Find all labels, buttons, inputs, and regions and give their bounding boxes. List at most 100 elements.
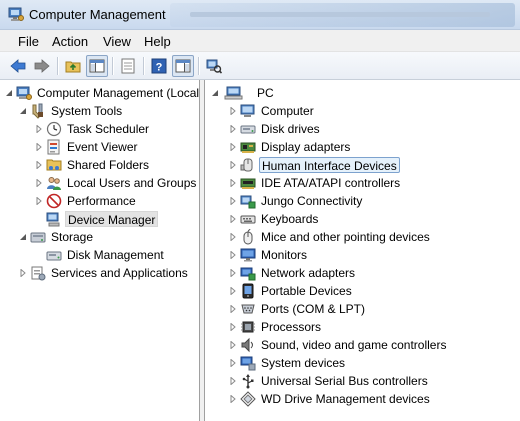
collapse-arrow-icon[interactable] xyxy=(18,228,28,246)
forward-button[interactable] xyxy=(31,55,53,77)
device-category-row[interactable]: Disk drives xyxy=(228,120,322,138)
disk-drive-icon xyxy=(240,121,256,137)
tree-item-device-manager[interactable]: Device Manager xyxy=(34,210,159,228)
expand-arrow-icon[interactable] xyxy=(34,156,44,174)
expand-arrow-icon[interactable] xyxy=(228,354,238,372)
device-category-row[interactable]: IDE ATA/ATAPI controllers xyxy=(228,174,402,192)
device-tree-root[interactable]: PC xyxy=(210,84,276,102)
tree-label: Sound, video and game controllers xyxy=(261,338,447,352)
tree-label: Local Users and Groups xyxy=(67,176,197,190)
device-category-row[interactable]: Portable Devices xyxy=(228,282,354,300)
device-category-row[interactable]: WD Drive Management devices xyxy=(228,390,432,408)
tree-item-shared-folders[interactable]: Shared Folders xyxy=(34,156,151,174)
device-category-row[interactable]: Processors xyxy=(228,318,323,336)
tree-label: Shared Folders xyxy=(67,158,150,172)
expand-arrow-icon[interactable] xyxy=(228,318,238,336)
expand-arrow-icon[interactable] xyxy=(18,264,28,282)
expand-arrow-icon[interactable] xyxy=(228,120,238,138)
tree-label: Device Manager xyxy=(65,211,159,227)
expand-arrow-icon[interactable] xyxy=(228,192,238,210)
scan-hardware-changes-button[interactable] xyxy=(203,55,225,77)
expand-arrow-icon[interactable] xyxy=(228,174,238,192)
device-category-row[interactable]: Display adapters xyxy=(228,138,352,156)
expand-arrow-icon[interactable] xyxy=(228,336,238,354)
collapse-arrow-icon[interactable] xyxy=(210,84,220,102)
collapse-arrow-icon[interactable] xyxy=(18,102,28,120)
expand-arrow-icon[interactable] xyxy=(228,300,238,318)
device-category-row[interactable]: Keyboards xyxy=(228,210,320,228)
jungo-icon xyxy=(240,193,256,209)
expand-arrow-icon[interactable] xyxy=(228,138,238,156)
menu-help[interactable]: Help xyxy=(143,34,172,49)
menu-file[interactable]: File xyxy=(17,34,40,49)
device-category-row[interactable]: Computer xyxy=(228,102,316,120)
toolbar: ? xyxy=(0,52,520,80)
scan-hardware-icon xyxy=(206,59,222,74)
properties-button[interactable] xyxy=(117,55,139,77)
tree-item-local-users-and-groups[interactable]: Local Users and Groups xyxy=(34,174,198,192)
performance-icon xyxy=(46,193,62,209)
expand-arrow-icon[interactable] xyxy=(228,156,238,174)
expand-arrow-icon[interactable] xyxy=(228,246,238,264)
tree-label: Universal Serial Bus controllers xyxy=(261,374,428,388)
device-category-row[interactable]: Jungo Connectivity xyxy=(228,192,364,210)
tree-label: Disk Management xyxy=(67,248,164,262)
device-category-row[interactable]: Human Interface Devices xyxy=(228,156,400,174)
help-icon: ? xyxy=(151,58,167,74)
storage-icon xyxy=(30,229,46,245)
expand-arrow-icon[interactable] xyxy=(228,264,238,282)
tree-item-storage[interactable]: Storage xyxy=(18,228,95,246)
up-one-level-button[interactable] xyxy=(62,55,84,77)
device-manager-icon xyxy=(46,211,62,227)
tree-item-computer-management[interactable]: Computer Management (Local xyxy=(4,84,200,102)
back-button[interactable] xyxy=(7,55,29,77)
tree-label: PC xyxy=(257,86,274,100)
tree-label: Display adapters xyxy=(261,140,351,154)
action-pane-icon xyxy=(175,59,191,73)
port-icon xyxy=(240,301,256,317)
tree-item-disk-management[interactable]: Disk Management xyxy=(34,246,166,264)
expand-arrow-icon[interactable] xyxy=(34,138,44,156)
device-category-row[interactable]: Ports (COM & LPT) xyxy=(228,300,367,318)
device-category-row[interactable]: Monitors xyxy=(228,246,309,264)
help-button[interactable]: ? xyxy=(148,55,170,77)
device-category-row[interactable]: System devices xyxy=(228,354,347,372)
device-category-row[interactable]: Mice and other pointing devices xyxy=(228,228,432,246)
tree-label: Human Interface Devices xyxy=(259,157,400,173)
show-hide-console-tree-button[interactable] xyxy=(86,55,108,77)
title-bar-blurred-area xyxy=(170,3,515,27)
menu-view[interactable]: View xyxy=(102,34,132,49)
tree-label: Ports (COM & LPT) xyxy=(261,302,366,316)
tree-item-performance[interactable]: Performance xyxy=(34,192,138,210)
tree-label: Mice and other pointing devices xyxy=(261,230,430,244)
keyboard-icon xyxy=(240,211,256,227)
tree-label: Computer Management (Local xyxy=(37,86,200,100)
usb-icon xyxy=(240,373,256,389)
tree-item-services-and-applications[interactable]: Services and Applications xyxy=(18,264,190,282)
computer-management-icon xyxy=(8,7,24,22)
tree-label: WD Drive Management devices xyxy=(261,392,430,406)
tree-item-task-scheduler[interactable]: Task Scheduler xyxy=(34,120,151,138)
device-category-row[interactable]: Network adapters xyxy=(228,264,357,282)
pane-splitter[interactable] xyxy=(200,80,205,421)
tree-item-system-tools[interactable]: System Tools xyxy=(18,102,124,120)
device-category-row[interactable]: Universal Serial Bus controllers xyxy=(228,372,430,390)
show-hide-action-pane-button[interactable] xyxy=(172,55,194,77)
expand-arrow-icon[interactable] xyxy=(34,174,44,192)
expand-arrow-icon[interactable] xyxy=(228,372,238,390)
hid-icon xyxy=(240,157,256,173)
menu-action[interactable]: Action xyxy=(51,34,89,49)
expand-arrow-icon[interactable] xyxy=(228,102,238,120)
tree-item-event-viewer[interactable]: Event Viewer xyxy=(34,138,139,156)
expand-arrow-icon[interactable] xyxy=(228,228,238,246)
expand-arrow-icon[interactable] xyxy=(228,282,238,300)
expand-arrow-icon[interactable] xyxy=(34,120,44,138)
expand-arrow-icon[interactable] xyxy=(34,192,44,210)
device-category-row[interactable]: Sound, video and game controllers xyxy=(228,336,448,354)
expand-arrow-icon[interactable] xyxy=(228,210,238,228)
console-tree-pane: Computer Management (Local System Tools xyxy=(0,80,200,421)
collapse-arrow-icon[interactable] xyxy=(4,84,14,102)
expand-arrow-icon[interactable] xyxy=(228,390,238,408)
console-tree-icon xyxy=(89,59,105,73)
